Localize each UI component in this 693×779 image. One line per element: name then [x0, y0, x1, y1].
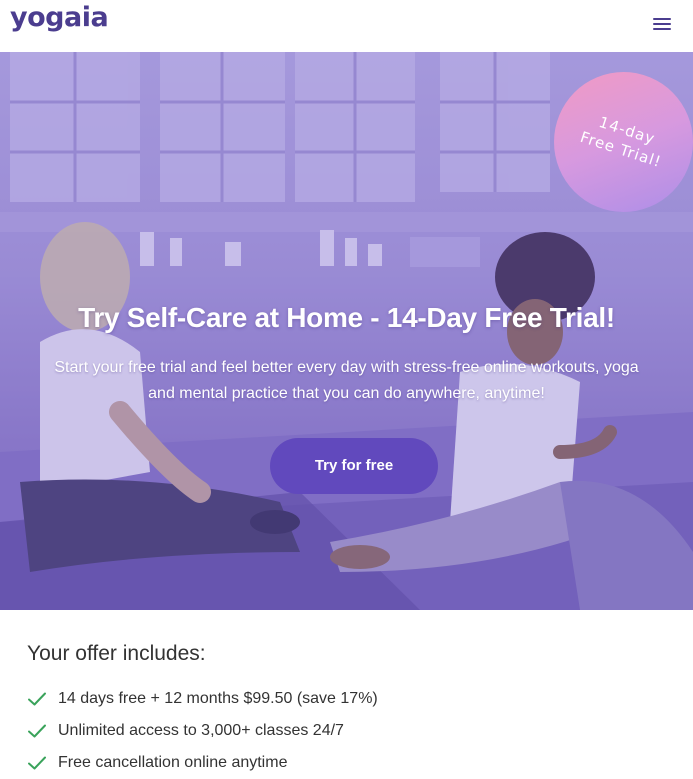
offer-item-text: Unlimited access to 3,000+ classes 24/7: [58, 722, 344, 739]
hero-section: 14-day Free Trial! Try Self-Care at Home…: [0, 52, 693, 610]
try-for-free-button[interactable]: Try for free: [270, 438, 438, 494]
yogaia-logo[interactable]: yogaia: [10, 2, 109, 33]
offer-list: 14 days free + 12 months $99.50 (save 17…: [27, 683, 378, 779]
check-icon: [28, 724, 46, 738]
check-icon: [28, 692, 46, 706]
badge-text: 14-day Free Trial!: [570, 106, 677, 175]
hero-title: Try Self-Care at Home - 14-Day Free Tria…: [78, 302, 615, 333]
menu-bar: [653, 18, 671, 20]
menu-bar: [653, 23, 671, 25]
site-header: yogaia: [0, 0, 693, 52]
offer-item: 14 days free + 12 months $99.50 (save 17…: [27, 683, 378, 715]
offer-item: Unlimited access to 3,000+ classes 24/7: [27, 715, 378, 747]
hero-subtitle-line-2: and mental practice that you can do anyw…: [148, 385, 545, 402]
offer-item-text: 14 days free + 12 months $99.50 (save 17…: [58, 690, 378, 707]
offer-item-text: Free cancellation online anytime: [58, 754, 288, 771]
free-trial-badge: 14-day Free Trial!: [554, 72, 693, 212]
hero-subtitle-line-1: Start your free trial and feel better ev…: [54, 359, 639, 376]
hamburger-menu-icon[interactable]: [652, 15, 672, 33]
offer-item: Free cancellation online anytime: [27, 747, 378, 779]
check-icon: [28, 756, 46, 770]
hero-subtitle: Start your free trial and feel better ev…: [30, 355, 663, 407]
offer-title: Your offer includes:: [27, 642, 206, 665]
menu-bar: [653, 28, 671, 30]
